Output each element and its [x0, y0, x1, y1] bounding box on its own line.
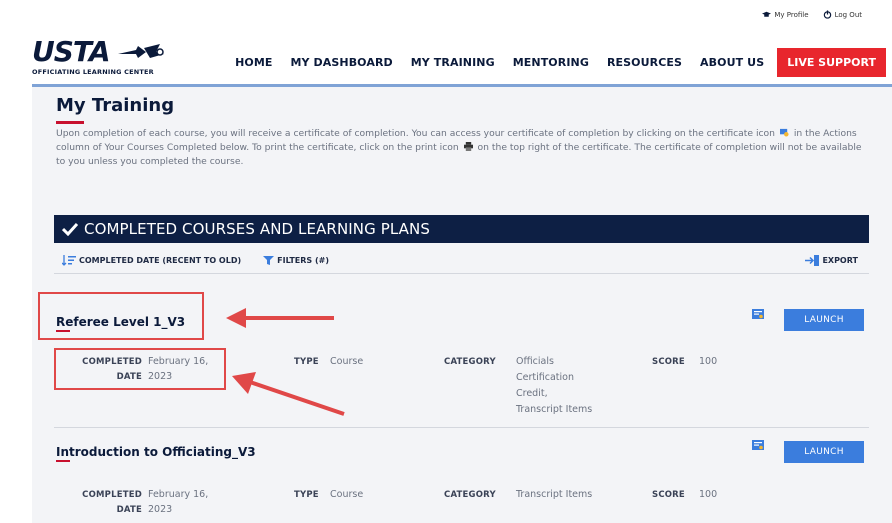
- sort-control[interactable]: COMPLETED DATE (RECENT TO OLD): [62, 255, 241, 266]
- type-value: Course: [330, 489, 364, 500]
- course-title[interactable]: Introduction to Officiating_V3: [56, 445, 256, 459]
- launch-button[interactable]: LAUNCH: [784, 441, 864, 463]
- site-header: USTA OFFICIATING LEARNING CENTER HOME MY…: [0, 36, 892, 88]
- sort-label: COMPLETED DATE (RECENT TO OLD): [79, 256, 242, 265]
- checkmark-icon: [62, 222, 78, 236]
- certificate-icon[interactable]: [752, 309, 764, 319]
- category-label: CATEGORY: [444, 490, 496, 500]
- live-support-button[interactable]: LIVE SUPPORT: [777, 48, 886, 77]
- usta-logo[interactable]: USTA OFFICIATING LEARNING CENTER: [32, 38, 164, 76]
- page-title: My Training: [56, 95, 175, 116]
- date-label: DATE: [116, 505, 142, 515]
- list-toolbar: COMPLETED DATE (RECENT TO OLD) FILTERS (…: [62, 255, 862, 266]
- filter-icon: [263, 256, 275, 265]
- type-label: TYPE: [294, 490, 319, 500]
- certificate-icon[interactable]: [752, 440, 764, 450]
- sort-icon: [62, 255, 76, 266]
- category-line: Credit,: [516, 388, 548, 399]
- annotation-box-course-title: [38, 292, 204, 340]
- logo-subtitle: OFFICIATING LEARNING CENTER: [32, 68, 154, 76]
- completed-date-line2: 2023: [148, 504, 173, 515]
- section-title: COMPLETED COURSES AND LEARNING PLANS: [84, 220, 430, 238]
- nav-about-us[interactable]: ABOUT US: [691, 56, 773, 69]
- category-line: Transcript Items: [516, 404, 593, 415]
- power-icon: [823, 10, 831, 19]
- score-label: SCORE: [652, 357, 685, 367]
- log-out-label: Log Out: [834, 10, 862, 19]
- tennis-ball-swoosh-icon: [118, 44, 164, 58]
- nav-resources[interactable]: RESOURCES: [598, 56, 691, 69]
- print-icon: [463, 142, 473, 151]
- filters-label: FILTERS (#): [277, 256, 329, 265]
- my-profile-label: My Profile: [774, 10, 809, 19]
- nav-my-training[interactable]: MY TRAINING: [402, 56, 504, 69]
- category-label: CATEGORY: [444, 357, 496, 367]
- completed-label: COMPLETED: [82, 490, 142, 500]
- title-underline: [56, 121, 84, 124]
- category-line: Transcript Items: [516, 489, 593, 500]
- annotation-arrow-icon: [232, 372, 345, 416]
- type-value: Course: [330, 356, 364, 367]
- intro-part-1: Upon completion of each course, you will…: [56, 128, 776, 139]
- row-divider: [54, 427, 869, 428]
- toolbar-divider: [54, 273, 869, 274]
- completed-section-header: COMPLETED COURSES AND LEARNING PLANS: [54, 215, 869, 243]
- main-nav: HOME MY DASHBOARD MY TRAINING MENTORING …: [226, 48, 886, 77]
- my-profile-link[interactable]: My Profile: [762, 10, 809, 19]
- utility-bar: My Profile Log Out: [762, 10, 862, 19]
- score-value: 100: [699, 356, 718, 367]
- type-label: TYPE: [294, 357, 319, 367]
- annotation-box-completed-date: [54, 348, 226, 390]
- completed-date-line1: February 16,: [148, 489, 209, 500]
- export-icon: [805, 255, 820, 266]
- category-line: Officials: [516, 356, 554, 367]
- graduation-cap-icon: [762, 11, 772, 17]
- score-label: SCORE: [652, 490, 685, 500]
- launch-button[interactable]: LAUNCH: [784, 309, 864, 331]
- export-button[interactable]: EXPORT: [805, 255, 858, 266]
- category-line: Certification: [516, 372, 574, 383]
- course-underline: [56, 460, 70, 462]
- filters-control[interactable]: FILTERS (#): [263, 255, 329, 266]
- nav-home[interactable]: HOME: [226, 56, 281, 69]
- log-out-link[interactable]: Log Out: [823, 10, 862, 19]
- nav-my-dashboard[interactable]: MY DASHBOARD: [281, 56, 401, 69]
- score-value: 100: [699, 489, 718, 500]
- nav-mentoring[interactable]: MENTORING: [504, 56, 598, 69]
- annotation-arrow-icon: [226, 308, 334, 328]
- intro-text: Upon completion of each course, you will…: [56, 127, 871, 169]
- export-label: EXPORT: [822, 256, 858, 265]
- certificate-icon: [779, 128, 789, 137]
